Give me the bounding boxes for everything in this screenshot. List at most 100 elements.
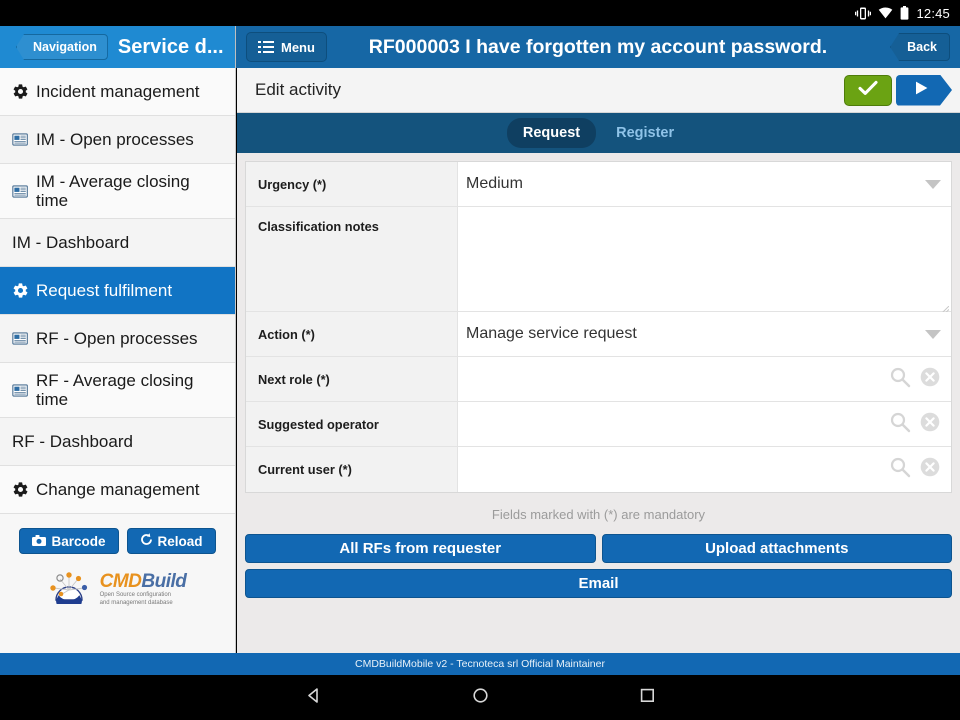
sidebar-item-im-average-closing-time[interactable]: IM - Average closing time [0, 164, 235, 220]
field-label-urgency: Urgency (*) [246, 162, 458, 206]
field-value-urgency[interactable]: Medium [458, 162, 951, 206]
tab-request[interactable]: Request [506, 118, 597, 148]
form-row-suggested-operator: Suggested operator [246, 402, 951, 447]
cmdbuild-logo-mark [49, 570, 95, 614]
cmdbuild-tagline: Open Source configuration and management… [99, 592, 173, 606]
form-row-action: Action (*) Manage service request [246, 312, 951, 357]
appbar-left-section: Navigation Service d... [0, 26, 236, 68]
sidebar-item-rf-average-closing-time[interactable]: RF - Average closing time [0, 363, 235, 419]
field-label-action: Action (*) [246, 312, 458, 356]
sidebar-item-im-dashboard[interactable]: IM - Dashboard [0, 219, 235, 268]
back-button[interactable]: Back [890, 33, 950, 61]
advance-button[interactable] [896, 74, 952, 106]
field-value-classification-notes[interactable] [458, 207, 951, 315]
form-row-urgency: Urgency (*) Medium [246, 162, 951, 207]
clear-icon[interactable] [919, 456, 941, 483]
edit-activity-form: Urgency (*) Medium Classification notes Act… [245, 161, 952, 493]
barcode-button[interactable]: Barcode [19, 528, 119, 555]
field-value-current-user[interactable] [458, 447, 951, 492]
lookup-icons [889, 366, 941, 393]
sidebar-item-rf-open-processes[interactable]: RF - Open processes [0, 315, 235, 364]
field-value-action[interactable]: Manage service request [458, 312, 951, 356]
sidebar-item-label: IM - Open processes [36, 129, 194, 149]
mandatory-fields-note: Fields marked with (*) are mandatory [491, 507, 706, 522]
clear-icon[interactable] [919, 411, 941, 438]
sidebar-item-label: IM - Dashboard [12, 233, 130, 253]
main-content: Edit activity Request Register Urgency (… [237, 68, 960, 653]
reload-button-label: Reload [157, 533, 203, 549]
device-screen: 12:45 Navigation Service d... Menu RF000… [0, 0, 960, 720]
report-icon [12, 331, 29, 346]
navigation-button[interactable]: Navigation [16, 34, 108, 60]
play-arrow-icon [915, 80, 930, 101]
sidebar-item-incident-management[interactable]: Incident management [0, 68, 235, 116]
report-icon [12, 184, 29, 199]
sidebar-item-im-open-processes[interactable]: IM - Open processes [0, 116, 235, 164]
gear-icon [12, 282, 29, 299]
form-action-buttons: All RFs from requester Upload attachment… [237, 534, 960, 598]
form-rows-container: Urgency (*) Medium Classification notes Act… [246, 162, 951, 492]
confirm-button[interactable] [844, 74, 892, 106]
check-icon [858, 80, 878, 101]
sidebar-item-label: RF - Dashboard [12, 432, 133, 452]
reload-button[interactable]: Reload [126, 528, 216, 555]
search-icon[interactable] [889, 456, 911, 483]
email-button[interactable]: Email [245, 569, 952, 598]
nav-recents-icon[interactable] [640, 688, 655, 708]
field-label-current-user: Current user (*) [246, 447, 458, 492]
android-status-bar: 12:45 [0, 0, 960, 26]
report-icon [12, 132, 29, 147]
android-nav-bar [0, 675, 960, 720]
sidebar-item-label: IM - Average closing time [36, 172, 190, 211]
sidebar-item-label: RF - Open processes [36, 329, 198, 349]
cmdbuild-wordmark: CMDBuild [99, 571, 187, 593]
refresh-icon [140, 533, 153, 549]
menu-button[interactable]: Menu [246, 32, 327, 62]
all-rfs-from-requester-button[interactable]: All RFs from requester [245, 534, 596, 563]
tab-register[interactable]: Register [600, 118, 690, 148]
form-row-next-role: Next role (*) [246, 357, 951, 402]
chevron-down-icon[interactable] [925, 179, 941, 189]
gear-icon [12, 83, 29, 100]
vibrate-icon [855, 7, 872, 20]
clear-icon[interactable] [919, 366, 941, 393]
sidebar-item-list: Incident management IM - Open processes IM… [0, 68, 235, 515]
record-title: RF000003 I have forgotten my account pas… [368, 35, 828, 58]
field-value-next-role[interactable] [458, 357, 951, 401]
battery-icon [900, 6, 909, 20]
appbar-right-section: Menu RF000003 I have forgotten my accoun… [236, 26, 960, 68]
field-text-urgency: Medium [466, 175, 523, 192]
report-icon [12, 383, 29, 398]
app-title-bar: Navigation Service d... Menu RF000003 I … [0, 26, 960, 68]
service-desk-title: Service d... [117, 35, 224, 58]
sidebar-item-label: Change management [36, 480, 200, 500]
sidebar-navigation[interactable]: Incident management IM - Open processes IM… [0, 68, 236, 653]
wifi-icon [878, 7, 893, 19]
field-label-classification-notes: Classification notes [246, 207, 458, 311]
tab-bar: Request Register [237, 113, 960, 153]
hamburger-list-icon [258, 38, 274, 56]
nav-home-icon[interactable] [472, 687, 489, 709]
gear-icon [12, 481, 29, 498]
content-header: Edit activity [237, 68, 960, 113]
lookup-icons [889, 456, 941, 483]
search-icon[interactable] [889, 411, 911, 438]
sidebar-item-label: Request fulfilment [36, 281, 173, 301]
nav-back-icon[interactable] [305, 687, 322, 709]
sidebar-item-label: Incident management [36, 81, 200, 101]
field-value-suggested-operator[interactable] [458, 402, 951, 446]
header-action-buttons [844, 74, 952, 106]
upload-attachments-button[interactable]: Upload attachments [601, 534, 952, 563]
chevron-down-icon[interactable] [925, 329, 941, 339]
sidebar-item-rf-dashboard[interactable]: RF - Dashboard [0, 418, 235, 467]
menu-button-label: Menu [281, 39, 315, 55]
status-bar-clock: 12:45 [916, 5, 950, 21]
sidebar-item-change-management[interactable]: Change management [0, 466, 235, 515]
field-label-next-role: Next role (*) [246, 357, 458, 401]
resize-grip-icon[interactable] [940, 301, 950, 315]
sidebar-item-request-fulfilment[interactable]: Request fulfilment [0, 267, 235, 316]
search-icon[interactable] [889, 366, 911, 393]
sidebar-item-label: RF - Average closing time [36, 371, 194, 410]
camera-icon [32, 534, 47, 549]
cmdbuild-logo: CMDBuild Open Source configuration and m… [0, 560, 235, 614]
